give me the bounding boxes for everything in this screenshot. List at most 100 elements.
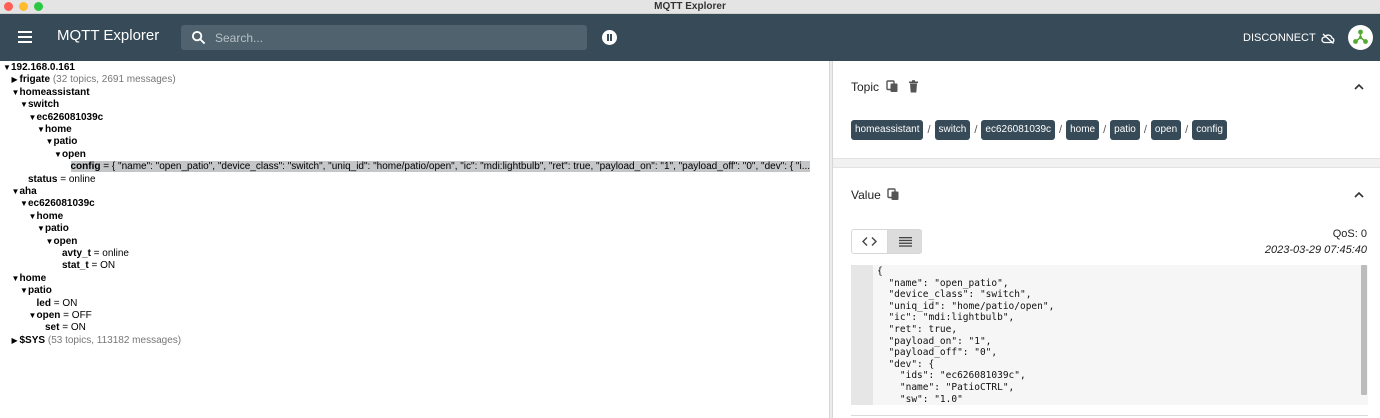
window-titlebar: MQTT Explorer bbox=[0, 0, 1380, 14]
tree-node[interactable]: stat_t = ON bbox=[54, 260, 115, 272]
topic-chip[interactable]: home bbox=[1066, 120, 1100, 140]
tree-node-value: = online bbox=[57, 173, 96, 185]
collapse-arrow-icon[interactable]: ▼ bbox=[12, 87, 20, 99]
tree-node[interactable]: set = ON bbox=[37, 322, 86, 334]
tree-node[interactable]: ▶ $SYS (53 topics, 113182 messages) bbox=[12, 335, 182, 347]
tree-node-content: 192.168.0.161 bbox=[11, 62, 75, 73]
tree-node-content: aha bbox=[20, 186, 37, 197]
avatar[interactable] bbox=[1348, 25, 1373, 50]
code-line: "payload_on": "1", bbox=[877, 335, 992, 347]
tree-node[interactable]: ▶ frigate (32 topics, 2691 messages) bbox=[12, 74, 176, 86]
collapse-arrow-icon[interactable]: ▼ bbox=[12, 273, 20, 285]
topic-chip[interactable]: open bbox=[1150, 120, 1182, 140]
collapse-topic-chevron-icon[interactable] bbox=[1352, 80, 1366, 94]
collapse-value-chevron-icon[interactable] bbox=[1352, 188, 1366, 202]
window-title: MQTT Explorer bbox=[654, 1, 726, 12]
network-icon bbox=[1353, 29, 1368, 44]
collapse-arrow-icon[interactable]: ▼ bbox=[3, 62, 11, 74]
search-input[interactable] bbox=[215, 27, 575, 48]
tree-node-content: patio bbox=[54, 136, 78, 147]
tree-node-content: home bbox=[37, 211, 64, 222]
topic-chip[interactable]: config bbox=[1192, 120, 1227, 140]
tree-node-key: home bbox=[19, 272, 47, 284]
expand-arrow-icon[interactable]: ▶ bbox=[12, 74, 20, 86]
cloud-off-icon bbox=[1321, 33, 1335, 44]
tree-node[interactable]: ▼open bbox=[46, 236, 78, 248]
collapse-arrow-icon[interactable]: ▼ bbox=[29, 112, 37, 124]
tree-node[interactable]: ▼192.168.0.161 bbox=[3, 62, 75, 74]
tree-node-content: homeassistant bbox=[20, 87, 90, 98]
tree-node[interactable]: ▼open bbox=[54, 149, 86, 161]
code-line: "ret": true, bbox=[877, 324, 958, 335]
tree-node[interactable]: avty_t = online bbox=[54, 248, 129, 260]
tree-node[interactable]: ▼patio bbox=[20, 285, 52, 297]
tree-node-key: 192.168.0.161 bbox=[11, 62, 75, 73]
disconnect-button[interactable]: DISCONNECT bbox=[1243, 31, 1335, 45]
view-mode-toggle bbox=[851, 229, 922, 254]
raw-view-button[interactable] bbox=[887, 230, 922, 253]
tree-node-key: led bbox=[36, 297, 51, 309]
collapse-arrow-icon[interactable]: ▼ bbox=[37, 223, 45, 235]
value-code-viewer[interactable]: { "name": "open_patio", "device_class": … bbox=[851, 265, 1368, 405]
topic-chip[interactable]: ec626081039c bbox=[981, 120, 1056, 140]
tree-node[interactable]: ▼home bbox=[37, 124, 72, 136]
breadcrumb-separator: / bbox=[1143, 124, 1147, 136]
collapse-arrow-icon[interactable]: ▼ bbox=[20, 198, 28, 210]
topic-chip[interactable]: switch bbox=[934, 120, 971, 140]
tree-node-key: avty_t bbox=[62, 248, 91, 259]
breadcrumb-separator: / bbox=[1059, 124, 1063, 136]
code-line: "ids": "ec626081039c", bbox=[877, 370, 1026, 382]
collapse-arrow-icon[interactable]: ▼ bbox=[46, 136, 54, 148]
collapse-arrow-icon[interactable]: ▼ bbox=[29, 310, 37, 322]
tree-node[interactable]: ▼aha bbox=[12, 186, 37, 198]
topic-heading: Topic bbox=[851, 80, 880, 94]
value-heading: Value bbox=[851, 188, 881, 202]
code-view-button[interactable] bbox=[852, 230, 887, 253]
tree-node[interactable]: ▼homeassistant bbox=[12, 87, 90, 99]
tree-node-content: ec626081039c bbox=[37, 112, 104, 123]
delete-topic-icon[interactable] bbox=[907, 80, 920, 93]
tree-node[interactable]: ▼home bbox=[29, 211, 64, 223]
collapse-arrow-icon[interactable]: ▼ bbox=[54, 149, 62, 161]
topic-chip[interactable]: homeassistant bbox=[851, 120, 924, 140]
expand-arrow-icon[interactable]: ▶ bbox=[12, 335, 20, 347]
tree-node[interactable]: ▼ec626081039c bbox=[29, 112, 104, 124]
tree-node-key: patio bbox=[53, 136, 78, 148]
tree-node-key: $SYS bbox=[19, 334, 46, 346]
topic-breadcrumb: homeassistant / switch / ec626081039c / home / p… bbox=[851, 120, 1227, 140]
tree-node-key: set bbox=[45, 322, 60, 334]
search-box[interactable] bbox=[181, 25, 587, 50]
copy-value-icon[interactable] bbox=[887, 188, 900, 201]
tree-node[interactable]: config = { "name": "open_patio", "device… bbox=[63, 161, 811, 173]
tree-node-value: = OFF bbox=[60, 310, 92, 321]
tree-node[interactable]: ▼patio bbox=[37, 223, 69, 235]
tree-node[interactable]: ▼open = OFF bbox=[29, 310, 92, 322]
pause-button[interactable] bbox=[602, 30, 617, 45]
collapse-arrow-icon[interactable]: ▼ bbox=[29, 211, 37, 223]
breadcrumb-separator: / bbox=[1103, 124, 1107, 136]
tree-node[interactable]: status = online bbox=[20, 174, 96, 186]
tree-node-content: open = OFF bbox=[37, 310, 92, 321]
collapse-arrow-icon[interactable]: ▼ bbox=[12, 186, 20, 198]
tree-node-key: home bbox=[36, 210, 64, 222]
tree-node[interactable]: ▼home bbox=[12, 273, 47, 285]
code-line: "name": "PatioCTRL", bbox=[877, 382, 1015, 393]
tree-node[interactable]: ▼ec626081039c bbox=[20, 198, 95, 210]
collapse-arrow-icon[interactable]: ▼ bbox=[20, 285, 28, 297]
tree-node[interactable]: ▼switch bbox=[20, 99, 59, 111]
tree-node-meta: (53 topics, 113182 messages) bbox=[47, 334, 182, 346]
topic-chip[interactable]: patio bbox=[1110, 120, 1140, 140]
copy-topic-icon[interactable] bbox=[886, 80, 899, 93]
code-line: "uniq_id": "home/patio/open", bbox=[877, 300, 1055, 312]
tree-node[interactable]: led = ON bbox=[29, 298, 78, 310]
code-scrollbar[interactable] bbox=[1361, 265, 1367, 395]
collapse-arrow-icon[interactable]: ▼ bbox=[20, 99, 28, 111]
tree-node-content: led = ON bbox=[37, 298, 78, 309]
collapse-arrow-icon[interactable]: ▼ bbox=[37, 124, 45, 136]
tree-node[interactable]: ▼patio bbox=[46, 136, 78, 148]
tree-node-key: aha bbox=[19, 186, 37, 197]
tree-node-content: patio bbox=[28, 285, 52, 296]
tree-node-value: = ON bbox=[50, 297, 78, 309]
collapse-arrow-icon[interactable]: ▼ bbox=[46, 236, 54, 248]
menu-button[interactable] bbox=[14, 26, 36, 48]
